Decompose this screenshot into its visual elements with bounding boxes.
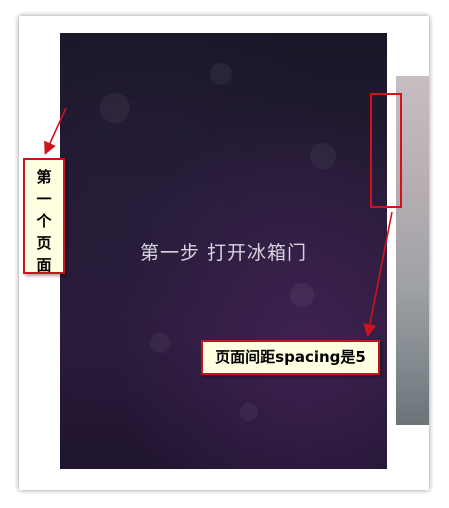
first-page-callout-char: 页	[36, 234, 52, 252]
spacing-callout: 页面间距spacing是5	[201, 340, 380, 375]
background-sparkle	[210, 63, 232, 85]
spacing-highlight-box	[370, 93, 402, 208]
page-title: 第一步 打开冰箱门	[139, 242, 308, 264]
background-sparkle	[290, 283, 314, 307]
background-sparkle	[100, 93, 130, 123]
background-sparkle	[310, 143, 336, 169]
first-page-callout-char: 一	[36, 190, 52, 208]
first-page-callout-char: 第	[36, 168, 52, 186]
first-page-callout-char: 面	[36, 256, 52, 274]
first-page-callout: 第 一 个 页 面	[23, 158, 65, 274]
page-view-first-page[interactable]: 第一步 打开冰箱门	[60, 33, 387, 469]
first-page-callout-char: 个	[36, 212, 52, 230]
background-sparkle	[150, 333, 170, 353]
background-sparkle	[240, 403, 258, 421]
screenshot-canvas: 第一步 打开冰箱门 第 一 个 页 面 页面间距spacing是5	[0, 0, 449, 508]
